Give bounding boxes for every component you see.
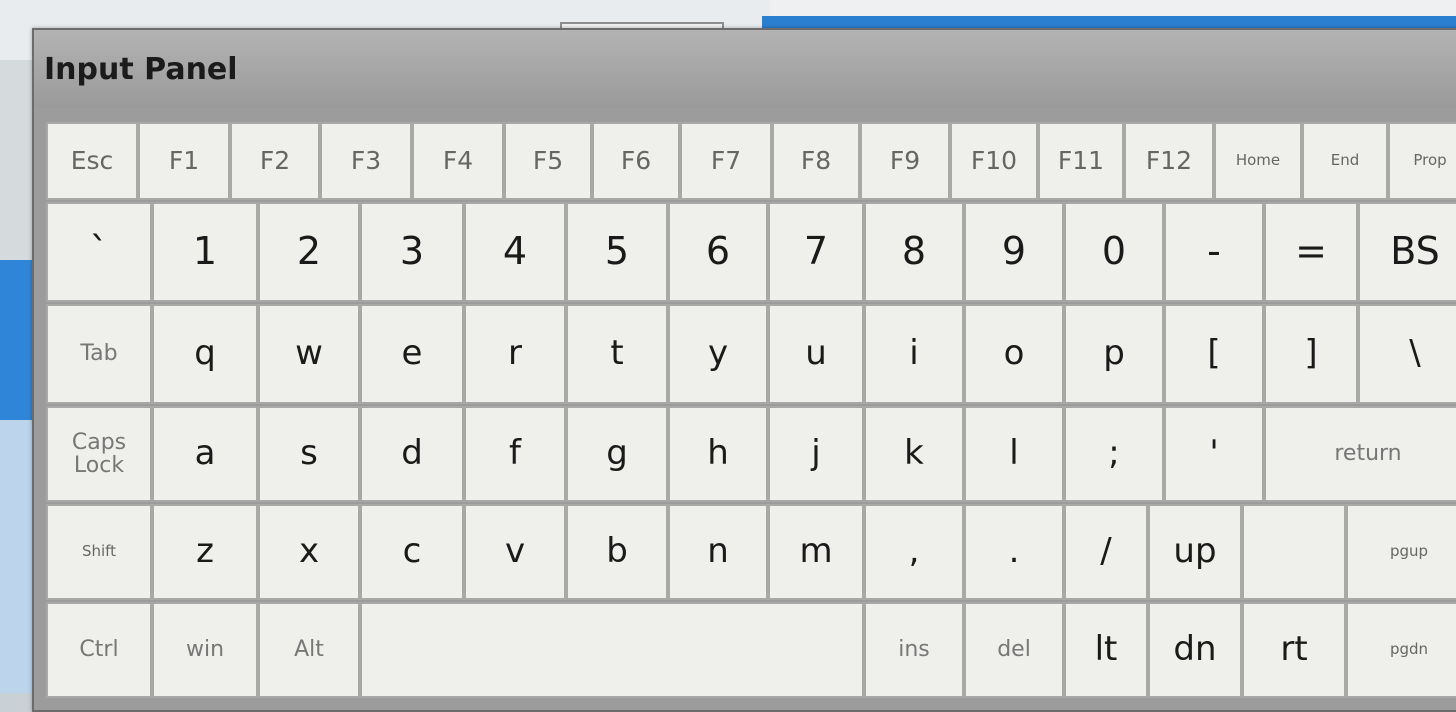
key-blank-12[interactable] [1242, 504, 1346, 600]
key-j[interactable]: j [768, 406, 864, 502]
key-6[interactable]: 6 [668, 202, 768, 302]
key-z[interactable]: z [152, 504, 258, 600]
key-m[interactable]: m [768, 504, 864, 600]
key-d[interactable]: d [360, 406, 464, 502]
key-f[interactable]: f [464, 406, 566, 502]
key-backtick[interactable]: ` [46, 202, 152, 302]
key-f5[interactable]: F5 [504, 122, 592, 200]
key-v[interactable]: v [464, 504, 566, 600]
key-period[interactable]: . [964, 504, 1064, 600]
key-end[interactable]: End [1302, 122, 1388, 200]
key-8[interactable]: 8 [864, 202, 964, 302]
key-4[interactable]: 4 [464, 202, 566, 302]
key-slash[interactable]: / [1064, 504, 1148, 600]
key-f8[interactable]: F8 [772, 122, 860, 200]
key-r[interactable]: r [464, 304, 566, 404]
key-f4[interactable]: F4 [412, 122, 504, 200]
key-a[interactable]: a [152, 406, 258, 502]
window-title: Input Panel [44, 52, 238, 87]
key-minus[interactable]: - [1164, 202, 1264, 302]
key-p[interactable]: p [1064, 304, 1164, 404]
key-9[interactable]: 9 [964, 202, 1064, 302]
key-3[interactable]: 3 [360, 202, 464, 302]
key-0[interactable]: 0 [1064, 202, 1164, 302]
key-c[interactable]: c [360, 504, 464, 600]
key-w[interactable]: w [258, 304, 360, 404]
input-panel: Input Panel Esc F1 F2 F3 F4 F5 F6 F7 F8 F9 F10 F11 F… [32, 28, 1456, 712]
key-equals[interactable]: = [1264, 202, 1358, 302]
key-rbracket[interactable]: ] [1264, 304, 1358, 404]
key-1[interactable]: 1 [152, 202, 258, 302]
key-caps-lock[interactable]: Caps Lock [46, 406, 152, 502]
key-pgdn[interactable]: pgdn [1346, 602, 1456, 698]
key-lt[interactable]: lt [1064, 602, 1148, 698]
key-f1[interactable]: F1 [138, 122, 230, 200]
key-semicolon[interactable]: ; [1064, 406, 1164, 502]
key-f7[interactable]: F7 [680, 122, 772, 200]
key-win[interactable]: win [152, 602, 258, 698]
key-comma[interactable]: , [864, 504, 964, 600]
key-rt[interactable]: rt [1242, 602, 1346, 698]
key-tab[interactable]: Tab [46, 304, 152, 404]
key-blank-3[interactable] [360, 602, 864, 698]
key-f6[interactable]: F6 [592, 122, 680, 200]
key-f12[interactable]: F12 [1124, 122, 1214, 200]
key-shift[interactable]: Shift [46, 504, 152, 600]
key-f11[interactable]: F11 [1038, 122, 1124, 200]
key-x[interactable]: x [258, 504, 360, 600]
key-f3[interactable]: F3 [320, 122, 412, 200]
key-f2[interactable]: F2 [230, 122, 320, 200]
key-f10[interactable]: F10 [950, 122, 1038, 200]
key-pgup[interactable]: pgup [1346, 504, 1456, 600]
key-del[interactable]: del [964, 602, 1064, 698]
title-bar[interactable]: Input Panel [34, 30, 1456, 108]
key-k[interactable]: k [864, 406, 964, 502]
background-left-lightblue [0, 420, 36, 693]
key-u[interactable]: u [768, 304, 864, 404]
key-5[interactable]: 5 [566, 202, 668, 302]
key-dn[interactable]: dn [1148, 602, 1242, 698]
key-lbracket[interactable]: [ [1164, 304, 1264, 404]
key-l[interactable]: l [964, 406, 1064, 502]
key-home[interactable]: Home [1214, 122, 1302, 200]
key-o[interactable]: o [964, 304, 1064, 404]
key-g[interactable]: g [566, 406, 668, 502]
key-e[interactable]: e [360, 304, 464, 404]
key-f9[interactable]: F9 [860, 122, 950, 200]
key-t[interactable]: t [566, 304, 668, 404]
key-ctrl[interactable]: Ctrl [46, 602, 152, 698]
key-i[interactable]: i [864, 304, 964, 404]
key-prop[interactable]: Prop [1388, 122, 1456, 200]
key-alt[interactable]: Alt [258, 602, 360, 698]
key-backslash[interactable]: \ [1358, 304, 1456, 404]
key-quote[interactable]: ' [1164, 406, 1264, 502]
key-7[interactable]: 7 [768, 202, 864, 302]
key-up[interactable]: up [1148, 504, 1242, 600]
key-n[interactable]: n [668, 504, 768, 600]
background-left-blue [0, 260, 36, 420]
key-ins[interactable]: ins [864, 602, 964, 698]
key-b[interactable]: b [566, 504, 668, 600]
key-q[interactable]: q [152, 304, 258, 404]
key-bs[interactable]: BS [1358, 202, 1456, 302]
key-esc[interactable]: Esc [46, 122, 138, 200]
key-y[interactable]: y [668, 304, 768, 404]
key-2[interactable]: 2 [258, 202, 360, 302]
key-h[interactable]: h [668, 406, 768, 502]
key-s[interactable]: s [258, 406, 360, 502]
key-return[interactable]: return [1264, 406, 1456, 502]
